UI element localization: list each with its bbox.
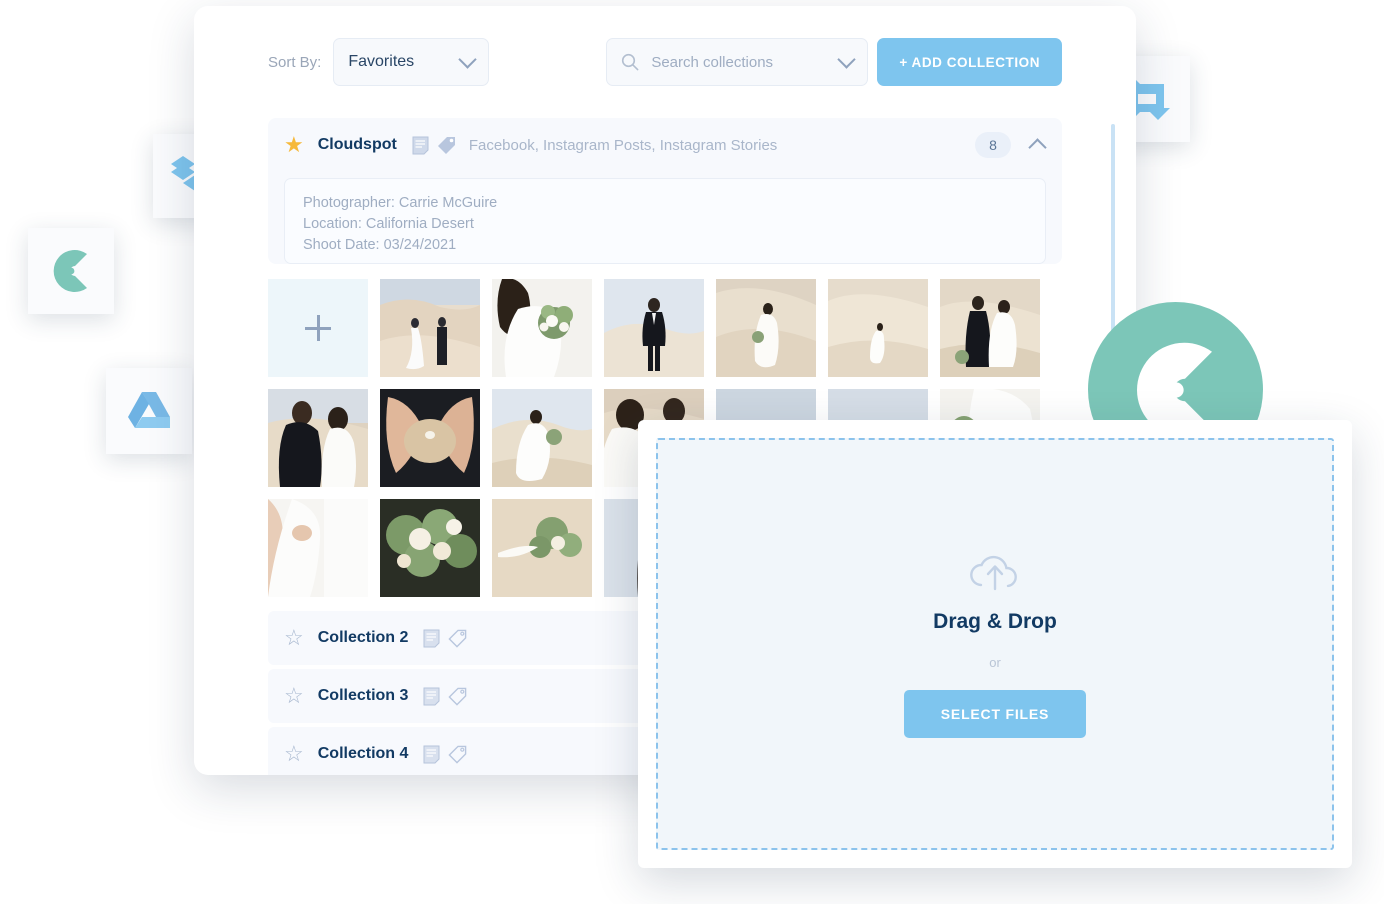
photo-thumbnail[interactable] bbox=[268, 389, 368, 487]
chevron-down-icon bbox=[458, 50, 478, 69]
integration-tile-cloudspot[interactable] bbox=[28, 228, 114, 314]
page-root: Sort By: Favorites Search collections + … bbox=[0, 0, 1384, 904]
photo-thumbnail[interactable] bbox=[268, 499, 368, 597]
favorite-star-outline-icon[interactable]: ☆ bbox=[284, 685, 304, 707]
collection-header-row[interactable]: ★ Cloudspot Facebook, Instagram Posts, I… bbox=[268, 118, 1062, 172]
collection-name: Collection 2 bbox=[317, 629, 409, 646]
document-icon[interactable] bbox=[423, 629, 440, 648]
add-collection-button[interactable]: + ADD COLLECTION bbox=[877, 38, 1062, 86]
favorite-star-outline-icon[interactable]: ☆ bbox=[284, 743, 304, 765]
photo-thumbnail[interactable] bbox=[828, 279, 928, 377]
favorite-star-filled-icon[interactable]: ★ bbox=[284, 134, 304, 156]
collection-card-expanded: ★ Cloudspot Facebook, Instagram Posts, I… bbox=[268, 118, 1062, 264]
photo-bride-on-dune bbox=[716, 279, 816, 377]
photo-groom-standing bbox=[604, 279, 704, 377]
toolbar: Sort By: Favorites Search collections + … bbox=[268, 6, 1062, 118]
plus-icon bbox=[305, 315, 331, 341]
photo-bride-arm-detail bbox=[268, 499, 368, 597]
collection-tags: Facebook, Instagram Posts, Instagram Sto… bbox=[468, 136, 778, 154]
document-icon[interactable] bbox=[412, 136, 429, 155]
integration-tile-google-drive[interactable] bbox=[106, 368, 192, 454]
search-collections-field[interactable]: Search collections bbox=[606, 38, 869, 86]
photo-thumbnail[interactable] bbox=[716, 279, 816, 377]
tag-icon[interactable] bbox=[448, 687, 467, 706]
photo-thumbnail[interactable] bbox=[492, 499, 592, 597]
collection-photo-count-badge: 8 bbox=[975, 132, 1011, 158]
photo-thumbnail[interactable] bbox=[380, 389, 480, 487]
upload-panel: Drag & Drop or SELECT FILES bbox=[638, 420, 1352, 868]
sort-by-label: Sort By: bbox=[268, 53, 322, 71]
photo-couple-closeup bbox=[268, 389, 368, 487]
photo-bride-dress-flowing bbox=[492, 389, 592, 487]
collection-meta-icons bbox=[423, 629, 467, 648]
photo-bouquet-roses bbox=[380, 499, 480, 597]
sort-by-value: Favorites bbox=[348, 53, 415, 70]
photo-thumbnail[interactable] bbox=[492, 389, 592, 487]
document-icon[interactable] bbox=[423, 687, 440, 706]
cloud-upload-icon bbox=[970, 555, 1017, 590]
document-icon[interactable] bbox=[423, 745, 440, 764]
collection-name: Collection 4 bbox=[317, 745, 409, 762]
dropzone[interactable]: Drag & Drop or SELECT FILES bbox=[656, 438, 1334, 850]
photo-thumbnail[interactable] bbox=[380, 499, 480, 597]
dropzone-or-label: or bbox=[989, 654, 1001, 670]
photo-bride-bouquet bbox=[492, 279, 592, 377]
sort-by-select[interactable]: Favorites bbox=[333, 38, 490, 86]
meta-photographer: Photographer: Carrie McGuire bbox=[303, 195, 498, 211]
collection-meta-icons bbox=[423, 687, 467, 706]
search-icon bbox=[622, 53, 639, 71]
google-drive-icon bbox=[128, 392, 170, 428]
search-input-placeholder: Search collections bbox=[651, 53, 774, 71]
tag-icon[interactable] bbox=[448, 745, 467, 764]
collection-name: Cloudspot bbox=[317, 136, 397, 153]
dropzone-title: Drag & Drop bbox=[933, 609, 1057, 633]
photo-bouquet-on-sand bbox=[492, 499, 592, 597]
photo-couple-embrace bbox=[940, 279, 1040, 377]
meta-shoot-date: Shoot Date: 03/24/2021 bbox=[303, 237, 457, 253]
photo-thumbnail[interactable] bbox=[380, 279, 480, 377]
photo-thumbnail[interactable] bbox=[492, 279, 592, 377]
collection-meta-icons bbox=[412, 136, 456, 155]
photo-hands-holding-sand bbox=[380, 389, 480, 487]
photo-thumbnail[interactable] bbox=[604, 279, 704, 377]
select-files-button[interactable]: SELECT FILES bbox=[904, 689, 1086, 738]
search-filter-chevron-down-icon[interactable] bbox=[837, 50, 857, 69]
collection-meta-icons bbox=[423, 745, 467, 764]
cloudspot-icon bbox=[53, 250, 87, 292]
collection-meta-box: Photographer: Carrie McGuire Location: C… bbox=[284, 178, 1046, 264]
photo-thumbnail[interactable] bbox=[940, 279, 1040, 377]
meta-location: Location: California Desert bbox=[303, 216, 474, 232]
add-photo-tile[interactable] bbox=[268, 279, 368, 377]
collapse-chevron-up-icon[interactable] bbox=[1028, 138, 1047, 157]
tag-icon[interactable] bbox=[437, 136, 456, 155]
collection-name: Collection 3 bbox=[317, 687, 409, 704]
photo-bride-distant-dune bbox=[828, 279, 928, 377]
favorite-star-outline-icon[interactable]: ☆ bbox=[284, 627, 304, 649]
tag-icon[interactable] bbox=[448, 629, 467, 648]
photo-couple-walking bbox=[380, 279, 480, 377]
